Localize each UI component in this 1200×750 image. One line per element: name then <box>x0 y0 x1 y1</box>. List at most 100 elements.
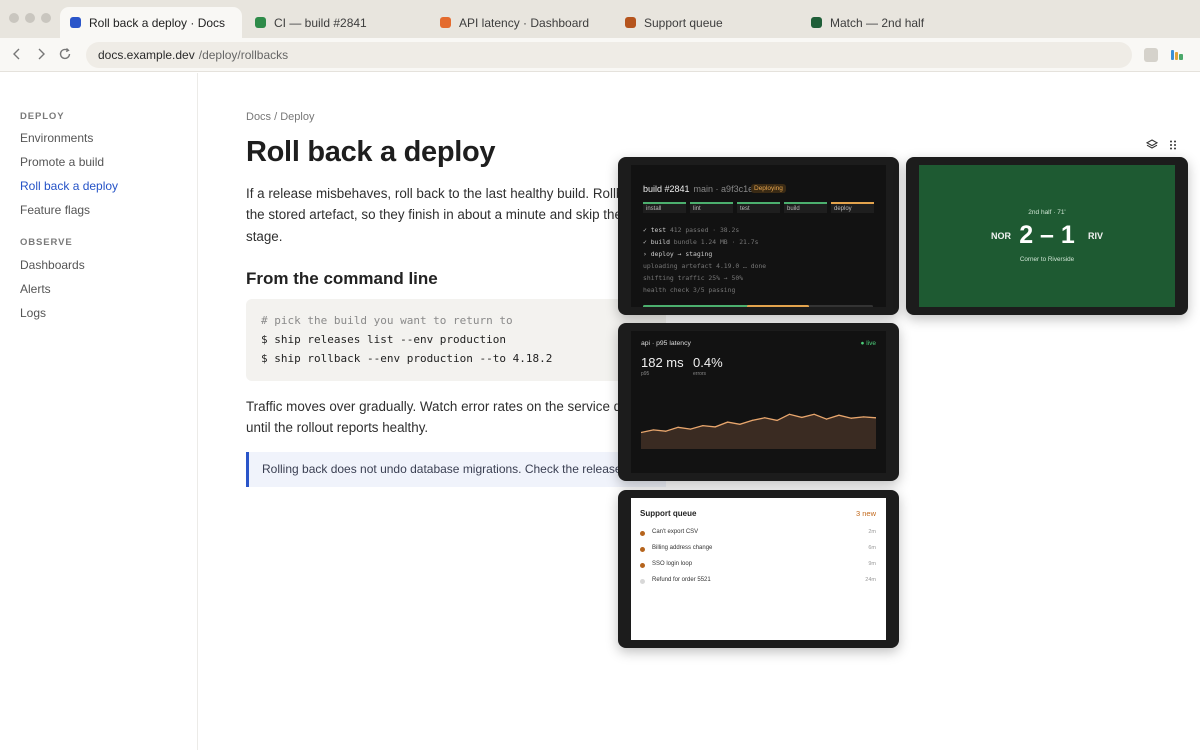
latency-screen: api · p95 latency ● live 182 ms p95 0.4%… <box>631 331 886 473</box>
reload-button[interactable] <box>57 46 73 65</box>
code-line: $ ship rollback --env production --to 4.… <box>261 352 553 365</box>
tab-label: Match — 2nd half <box>830 15 925 30</box>
ticket-subject: Refund for order 5521 <box>652 577 711 583</box>
forward-button[interactable] <box>33 46 49 65</box>
stat-errors-value: 0.4% <box>693 355 723 370</box>
latency-point-8 <box>739 423 741 425</box>
dashboard-favicon-icon <box>440 17 451 28</box>
branch-commit: main · a9f3c1e <box>693 184 754 194</box>
docs-sidebar: DEPLOY Environments Promote a build Roll… <box>0 73 198 750</box>
address-bar: docs.example.dev/deploy/rollbacks <box>0 38 1200 72</box>
ticket-subject: Can't export CSV <box>652 529 699 535</box>
ci-screen: build #2841 main · a9f3c1e Deploying inst… <box>631 165 886 307</box>
warning-callout: Rolling back does not undo database migr… <box>246 452 666 487</box>
unread-dot-icon <box>640 547 645 552</box>
code-block[interactable]: # pick the build you want to return to $… <box>246 299 666 381</box>
close-window-button[interactable] <box>9 13 19 23</box>
latency-point-1 <box>652 429 654 431</box>
latency-point-3 <box>677 426 679 428</box>
section-heading: From the command line <box>246 269 438 288</box>
pipeline-stage-test[interactable]: test <box>737 202 780 213</box>
ticket-row[interactable]: SSO login loop 9m <box>640 560 876 572</box>
sidebar-heading-observe: OBSERVE <box>20 237 73 248</box>
url-host: docs.example.dev <box>98 48 195 62</box>
latency-point-11 <box>776 419 778 421</box>
latency-point-9 <box>751 419 753 421</box>
layers-icon[interactable] <box>1146 139 1158 151</box>
sidebar-item-feature-flags[interactable]: Feature flags <box>20 203 90 217</box>
deploy-progress-bar <box>643 305 873 307</box>
chevron-left-icon <box>13 48 20 60</box>
tab-bar: Roll back a deploy · Docs CI — build #28… <box>0 0 1200 38</box>
breadcrumb[interactable]: Docs / Deploy <box>246 111 314 123</box>
stat-errors-label: errors <box>693 371 707 377</box>
progress-fill-running <box>746 305 809 307</box>
latency-point-16 <box>838 414 840 416</box>
intro-line: stage. <box>246 229 283 244</box>
sidebar-item-dashboards[interactable]: Dashboards <box>20 258 85 272</box>
match-period: 2nd half · 71' <box>1028 209 1066 216</box>
reload-icon <box>59 48 71 60</box>
latency-point-14 <box>813 413 815 415</box>
tab-ci[interactable]: CI — build #2841 <box>245 7 425 38</box>
latency-point-10 <box>764 417 766 419</box>
pipeline-stage-lint[interactable]: lint <box>690 202 733 213</box>
intro-line: the stored artefact, so they finish in a… <box>246 207 630 222</box>
sidebar-item-roll-back-a-deploy[interactable]: Roll back a deploy <box>20 179 118 193</box>
support-screen: Support queue 3 new Can't export CSV 2m Bi… <box>631 498 886 640</box>
sidebar-item-promote-a-build[interactable]: Promote a build <box>20 155 104 169</box>
stat-p95-label: p95 <box>641 371 650 377</box>
match-screen: 2nd half · 71' NOR 2 – 1 RIV Corner to R… <box>919 165 1175 307</box>
tab-label: Roll back a deploy · Docs <box>89 15 226 30</box>
url-field[interactable]: docs.example.dev/deploy/rollbacks <box>86 42 1132 68</box>
latency-point-15 <box>825 418 828 420</box>
sidebar-heading-deploy: DEPLOY <box>20 111 65 122</box>
log-line: ✓ test 412 passed · 38.2s <box>643 226 740 234</box>
ci-build-tile[interactable]: build #2841 main · a9f3c1e Deploying inst… <box>618 157 899 315</box>
extension-icon[interactable] <box>1144 48 1158 62</box>
ticket-age: 9m <box>868 561 876 567</box>
tab-docs[interactable]: Roll back a deploy · Docs <box>60 7 242 38</box>
minimize-window-button[interactable] <box>25 13 35 23</box>
score: 2 – 1 <box>1019 221 1075 249</box>
latency-point-13 <box>801 416 803 418</box>
code-line: # pick the build you want to return to <box>261 314 513 327</box>
tab-match[interactable]: Match — 2nd half <box>801 7 981 38</box>
match-score-tile[interactable]: 2nd half · 71' NOR 2 – 1 RIV Corner to R… <box>906 157 1188 315</box>
callout-text: Rolling back does not undo database migr… <box>262 462 639 476</box>
ticket-age: 2m <box>868 529 876 535</box>
status-badge: Deploying <box>751 184 786 193</box>
new-count-badge: 3 new <box>855 509 876 518</box>
scoreline: NOR 2 – 1 RIV <box>919 221 1175 251</box>
build-number: build #2841 <box>643 184 690 194</box>
latency-title: api · p95 latency <box>641 340 691 347</box>
log-line: uploading artefact 4.19.0 … done <box>643 262 767 270</box>
latency-point-2 <box>665 430 667 432</box>
pipeline-stage-deploy[interactable]: deploy <box>831 202 874 213</box>
drag-handle-icon[interactable] <box>1167 139 1179 151</box>
url-path: /deploy/rollbacks <box>198 48 289 62</box>
body-line: Traffic moves over gradually. Watch erro… <box>246 399 639 414</box>
code-line: $ ship releases list --env production <box>261 333 507 346</box>
tab-label: API latency · Dashboard <box>459 15 590 30</box>
ticket-row[interactable]: Refund for order 5521 24m <box>640 576 876 588</box>
ticket-row[interactable]: Can't export CSV 2m <box>640 528 876 540</box>
tab-support[interactable]: Support queue <box>615 7 795 38</box>
page-title: Roll back a deploy <box>246 136 496 168</box>
pipeline-stage-install[interactable]: install <box>643 202 686 213</box>
latency-dashboard-tile[interactable]: api · p95 latency ● live 182 ms p95 0.4%… <box>618 323 899 481</box>
ticket-age: 24m <box>865 577 876 583</box>
sidebar-item-environments[interactable]: Environments <box>20 131 93 145</box>
support-favicon-icon <box>625 17 636 28</box>
pipeline-stage-build[interactable]: build <box>784 202 827 213</box>
tab-latency[interactable]: API latency · Dashboard <box>430 7 610 38</box>
back-button[interactable] <box>9 46 25 65</box>
latency-point-18 <box>863 416 865 418</box>
support-title: Support queue <box>640 509 697 518</box>
reading-list-icon[interactable] <box>1170 49 1184 61</box>
ticket-row[interactable]: Billing address change 6m <box>640 544 876 556</box>
sidebar-item-logs[interactable]: Logs <box>20 306 46 320</box>
sidebar-item-alerts[interactable]: Alerts <box>20 282 51 296</box>
maximize-window-button[interactable] <box>41 13 51 23</box>
support-queue-tile[interactable]: Support queue 3 new Can't export CSV 2m Bi… <box>618 490 899 648</box>
